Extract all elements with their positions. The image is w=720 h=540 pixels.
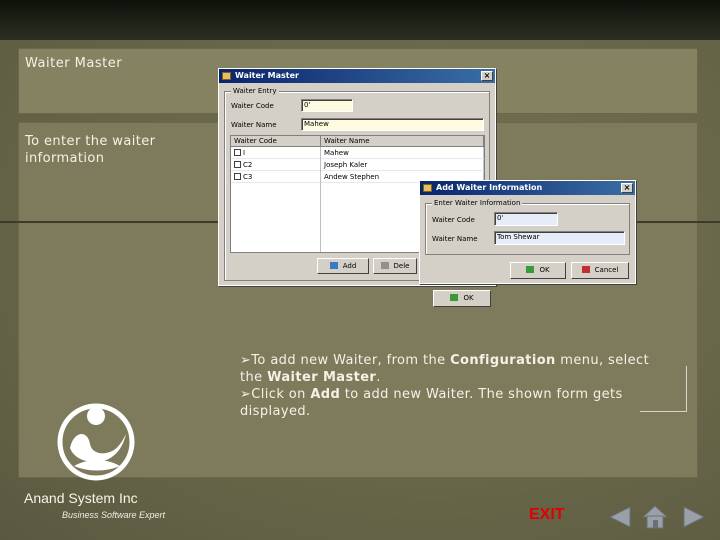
waiter-name-label: Waiter Name (432, 235, 478, 243)
cell-code-text: C2 (243, 161, 253, 169)
row-checkbox[interactable] (234, 161, 241, 168)
instruction-emphasis: Waiter Master (267, 370, 377, 385)
ok-button-label: OK (539, 266, 550, 274)
ok-button-label: OK (463, 294, 474, 302)
cell-code-text: I (243, 149, 246, 157)
ok-button[interactable]: OK (510, 262, 566, 279)
row-checkbox[interactable] (234, 173, 241, 180)
slide-title: Waiter Master (25, 56, 123, 71)
app-icon (423, 184, 432, 192)
waiter-name-field[interactable]: Mahew (301, 118, 484, 131)
cell-code: C2 (231, 159, 321, 170)
delete-button-label: Dele (393, 262, 410, 270)
company-logo-icon (57, 403, 135, 481)
table-row[interactable]: C2 Joseph Kaler (231, 159, 484, 171)
column-header-code[interactable]: Waiter Code (231, 136, 321, 147)
decorative-bracket (640, 366, 687, 412)
instruction-text: To add new Waiter, from the (251, 353, 451, 368)
app-icon (222, 72, 231, 80)
window-title: Waiter Master (235, 71, 299, 80)
cell-code: C3 (231, 171, 321, 182)
exit-button[interactable]: EXIT (529, 506, 565, 524)
instruction-item: ➢Click on Add to add new Waiter. The sho… (240, 386, 660, 420)
check-icon (450, 294, 459, 301)
add-button[interactable]: Add (317, 258, 369, 274)
delete-icon (380, 262, 389, 269)
enter-waiter-group: Enter Waiter Information Waiter Code 0' … (425, 198, 630, 255)
cancel-button[interactable]: Cancel (571, 262, 629, 279)
ok-button[interactable]: OK (433, 290, 491, 307)
table-row[interactable]: I Mahew (231, 147, 484, 159)
add-waiter-window: Add Waiter Information × Enter Waiter In… (419, 180, 636, 284)
instruction-text: Click on (251, 387, 311, 402)
cell-name: Mahew (321, 147, 484, 158)
instruction-emphasis: Add (310, 387, 341, 402)
check-icon (526, 266, 535, 273)
company-name: Anand System Inc (24, 490, 138, 506)
cell-code: I (231, 147, 321, 158)
window-title-bar[interactable]: Add Waiter Information × (420, 181, 635, 195)
instruction-item: ➢To add new Waiter, from the Configurati… (240, 352, 660, 386)
top-band (0, 0, 720, 40)
column-header-name[interactable]: Waiter Name (321, 136, 484, 147)
instruction-emphasis: Configuration (450, 353, 556, 368)
company-tagline: Business Software Expert (62, 510, 166, 520)
column-divider (320, 147, 321, 252)
cell-name: Joseph Kaler (321, 159, 484, 170)
instruction-text: . (376, 370, 381, 385)
bullet-arrow-icon: ➢ (240, 387, 252, 402)
waiter-code-label: Waiter Code (432, 216, 475, 224)
bullet-arrow-icon: ➢ (240, 353, 252, 368)
cancel-button-label: Cancel (594, 266, 619, 274)
waiter-name-label: Waiter Name (231, 121, 277, 129)
table-header: Waiter Code Waiter Name (231, 136, 484, 147)
waiter-code-label: Waiter Code (231, 102, 274, 110)
add-button-label: Add (342, 262, 357, 270)
waiter-name-field[interactable]: Tom Shewar (494, 231, 625, 245)
home-icon[interactable] (642, 504, 668, 530)
next-arrow-icon[interactable] (682, 506, 706, 528)
group-label: Waiter Entry (231, 86, 279, 96)
instructions: ➢To add new Waiter, from the Configurati… (240, 352, 660, 420)
group-label: Enter Waiter Information (432, 198, 523, 208)
row-checkbox[interactable] (234, 149, 241, 156)
cancel-icon (581, 266, 590, 273)
close-button[interactable]: × (621, 183, 633, 193)
prev-arrow-icon[interactable] (608, 506, 632, 528)
add-icon (329, 262, 338, 269)
cell-code-text: C3 (243, 173, 253, 181)
delete-button[interactable]: Dele (373, 258, 417, 274)
waiter-code-field[interactable]: 0' (494, 212, 558, 226)
close-button[interactable]: × (481, 71, 493, 81)
window-title-bar[interactable]: Waiter Master × (219, 69, 495, 83)
window-title: Add Waiter Information (436, 183, 543, 192)
waiter-code-field[interactable]: 0' (301, 99, 353, 112)
slide-subtitle: To enter the waiter information (25, 134, 156, 166)
